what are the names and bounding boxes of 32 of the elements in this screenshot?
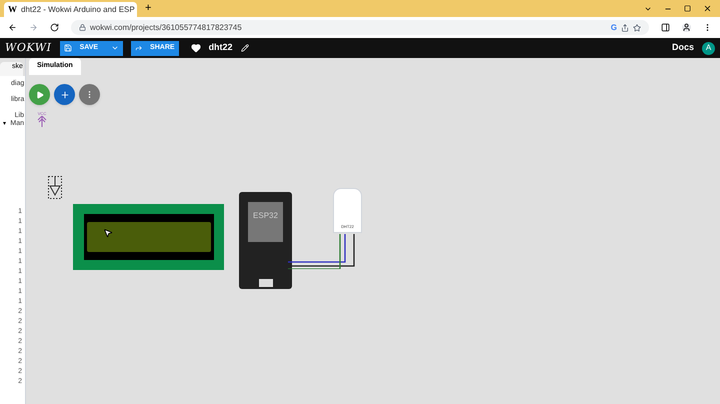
caret-icon[interactable] xyxy=(110,44,119,52)
forward-icon[interactable] xyxy=(29,23,38,32)
new-tab-button[interactable]: + xyxy=(145,0,152,16)
docs-link[interactable]: Docs xyxy=(672,41,694,55)
reload-icon[interactable] xyxy=(50,23,59,32)
more-button[interactable] xyxy=(79,84,100,105)
avatar[interactable]: A xyxy=(702,42,715,54)
url-text: wokwi.com/projects/361055774817823745 xyxy=(90,22,242,34)
play-icon xyxy=(36,90,44,98)
cursor-icon xyxy=(103,228,113,238)
plus-icon xyxy=(60,90,70,100)
share-icon[interactable] xyxy=(621,24,629,32)
add-part-button[interactable] xyxy=(54,84,75,105)
favicon-icon: W xyxy=(8,2,17,16)
address-field[interactable]: wokwi.com/projects/361055774817823745 G xyxy=(71,20,649,35)
pencil-icon[interactable] xyxy=(240,44,249,52)
star-icon[interactable] xyxy=(633,24,641,32)
lcd-display[interactable] xyxy=(73,204,224,270)
profile-icon[interactable] xyxy=(682,23,691,32)
project-name: dht22 xyxy=(208,41,233,54)
heart-icon[interactable] xyxy=(190,43,201,53)
browser-tab[interactable]: W dht22 - Wokwi Arduino and ESP xyxy=(4,2,137,17)
side-panel-icon[interactable] xyxy=(661,23,670,32)
wokwi-logo[interactable]: WOKWI xyxy=(5,40,52,56)
maximize-icon[interactable] xyxy=(684,5,691,12)
tab-title: dht22 - Wokwi Arduino and ESP xyxy=(21,4,135,16)
lock-icon xyxy=(79,24,86,31)
play-button[interactable] xyxy=(29,84,50,105)
back-icon[interactable] xyxy=(8,23,17,32)
ground-symbol[interactable] xyxy=(48,176,62,199)
forward-arrow-icon xyxy=(134,44,142,52)
close-icon[interactable] xyxy=(703,4,712,13)
